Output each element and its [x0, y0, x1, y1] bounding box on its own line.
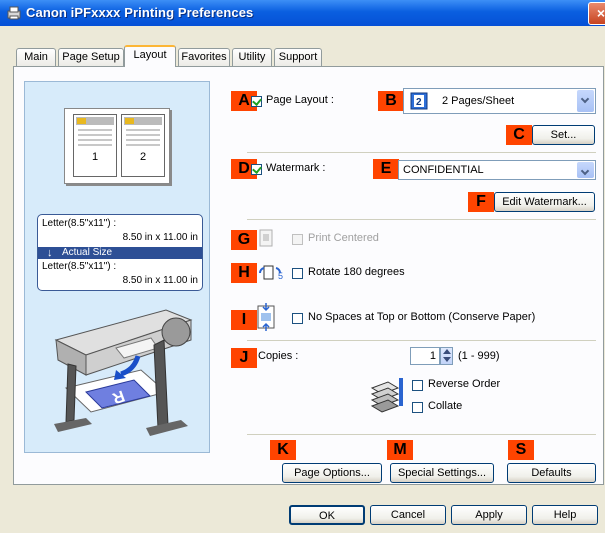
separator: [247, 152, 596, 153]
page-layout-value: 2 Pages/Sheet: [442, 95, 515, 107]
marker-k: K: [270, 440, 296, 460]
chevron-down-icon[interactable]: [577, 90, 594, 112]
tab-favorites[interactable]: Favorites: [178, 48, 230, 66]
tab-support[interactable]: Support: [274, 48, 322, 66]
marker-f: F: [468, 192, 494, 212]
copies-spinner[interactable]: [440, 347, 453, 365]
copies-input[interactable]: 1: [410, 347, 440, 365]
copies-label: Copies :: [258, 350, 299, 362]
marker-g: G: [231, 230, 257, 250]
apply-button[interactable]: Apply: [451, 505, 527, 525]
help-button[interactable]: Help: [532, 505, 598, 525]
image-icon: [125, 118, 134, 124]
cancel-button[interactable]: Cancel: [370, 505, 446, 525]
original-size-label: Letter(8.5"x11") :: [42, 218, 117, 229]
ok-button[interactable]: OK: [289, 505, 365, 525]
tab-page-setup[interactable]: Page Setup: [58, 48, 124, 66]
layout-2up-icon: 2: [410, 92, 428, 110]
spin-down-icon[interactable]: [443, 357, 451, 362]
special-settings-button[interactable]: Special Settings...: [390, 463, 494, 483]
copies-range: (1 - 999): [458, 350, 500, 362]
window-title: Canon iPFxxxx Printing Preferences: [26, 5, 254, 20]
collate-label: Collate: [428, 400, 463, 412]
print-centered-checkbox[interactable]: [292, 234, 303, 245]
output-size-label: Letter(8.5"x11") :: [42, 261, 117, 272]
close-button[interactable]: ×: [588, 2, 605, 25]
rotate-icon: 5: [259, 265, 283, 281]
chevron-down-icon[interactable]: [577, 162, 594, 178]
preview-page-2: 2: [121, 114, 165, 177]
edit-watermark-button[interactable]: Edit Watermark...: [494, 192, 595, 212]
page-number: 2: [139, 151, 147, 163]
page-layout-label: Page Layout :: [266, 94, 334, 106]
page-layout-select[interactable]: 2 2 Pages/Sheet: [403, 88, 596, 114]
svg-text:2: 2: [416, 97, 422, 108]
preview-sheet: 1 2: [64, 108, 170, 184]
conserve-paper-icon: [257, 303, 275, 331]
rotate-checkbox[interactable]: [292, 268, 303, 279]
watermark-label: Watermark :: [266, 162, 326, 174]
title-bar: Canon iPFxxxx Printing Preferences ×: [0, 0, 605, 26]
tab-main[interactable]: Main: [16, 48, 56, 66]
marker-h: H: [231, 263, 257, 283]
paper-size-info: Letter(8.5"x11") : 8.50 in x 11.00 in ↓ …: [37, 214, 203, 291]
separator: [247, 340, 596, 341]
separator: [247, 434, 596, 435]
marker-j: J: [231, 348, 257, 368]
marker-m: M: [387, 440, 413, 460]
tab-utility[interactable]: Utility: [232, 48, 272, 66]
watermark-select[interactable]: CONFIDENTIAL: [398, 160, 596, 180]
set-button[interactable]: Set...: [532, 125, 595, 145]
print-centered-label: Print Centered: [308, 232, 379, 244]
preview-page-1: 1: [73, 114, 117, 177]
page-number: 1: [91, 151, 99, 163]
marker-e: E: [373, 159, 399, 179]
separator: [247, 219, 596, 220]
tab-layout[interactable]: Layout: [124, 45, 176, 67]
reverse-order-label: Reverse Order: [428, 378, 501, 390]
collate-stack-icon: [370, 378, 403, 413]
printer-illustration: R: [54, 309, 193, 436]
watermark-checkbox[interactable]: [251, 164, 262, 175]
page-options-button[interactable]: Page Options...: [282, 463, 382, 483]
marker-s: S: [508, 440, 534, 460]
page-layout-checkbox[interactable]: [251, 96, 262, 107]
no-spaces-label: No Spaces at Top or Bottom (Conserve Pap…: [308, 311, 536, 323]
marker-c: C: [506, 125, 532, 145]
rotate-label: Rotate 180 degrees: [308, 266, 405, 278]
print-centered-icon: [259, 229, 273, 247]
original-size-value: 8.50 in x 11.00 in: [122, 232, 198, 243]
arrow-down-icon: ↓: [47, 247, 53, 259]
actual-size-label: Actual Size: [62, 247, 113, 258]
collate-checkbox[interactable]: [412, 402, 423, 413]
watermark-value: CONFIDENTIAL: [403, 164, 484, 176]
marker-i: I: [231, 310, 257, 330]
spin-up-icon[interactable]: [443, 349, 451, 354]
defaults-button[interactable]: Defaults: [507, 463, 596, 483]
reverse-order-checkbox[interactable]: [412, 380, 423, 391]
printer-app-icon: [7, 6, 21, 20]
marker-b: B: [378, 91, 404, 111]
actual-size-bar: ↓ Actual Size: [38, 247, 202, 259]
output-size-value: 8.50 in x 11.00 in: [122, 275, 198, 286]
no-spaces-checkbox[interactable]: [292, 313, 303, 324]
svg-text:5: 5: [278, 271, 283, 281]
image-icon: [77, 118, 86, 124]
